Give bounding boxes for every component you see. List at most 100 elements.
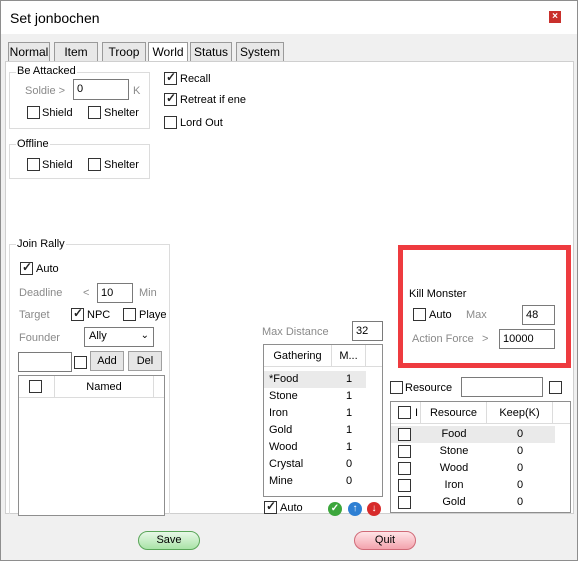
arrow-up-icon[interactable]: ↑	[348, 502, 362, 516]
named-list[interactable]: Named	[18, 375, 165, 516]
join-rally-label: Join Rally	[16, 238, 66, 250]
attacked-shelter-checkbox[interactable]	[88, 106, 101, 119]
resource-row[interactable]: Stone 0	[391, 443, 555, 460]
gathering-column-header: Gathering	[264, 345, 332, 367]
gathering-row-value: 0	[346, 458, 353, 470]
keep-column-header: Keep(K)	[487, 402, 553, 424]
gathering-row-value: 1	[346, 373, 353, 385]
gathering-auto-checkbox[interactable]	[264, 499, 277, 514]
resource-row[interactable]: Iron 0	[391, 477, 555, 494]
gathering-row-name: Gold	[269, 424, 293, 436]
gathering-row[interactable]: Crystal 0	[264, 456, 366, 473]
npc-label: NPC	[87, 309, 111, 321]
tab-world[interactable]: World	[148, 42, 188, 63]
target-label: Target	[19, 309, 50, 321]
gathering-list[interactable]: Gathering M... *Food 1 Stone 1 Iron 1 Gold 1 Woo…	[263, 344, 383, 497]
recall-checkbox[interactable]	[164, 70, 177, 85]
deadline-input[interactable]: 10	[97, 283, 133, 303]
window-title: Set jonbochen	[10, 10, 100, 26]
resource-row[interactable]: Gold 0	[391, 494, 555, 511]
gathering-row[interactable]: Gold 1	[264, 422, 366, 439]
title-bar: Set jonbochen ×	[1, 1, 577, 34]
resource-row-keep: 0	[516, 496, 524, 508]
attacked-shield-checkbox[interactable]	[27, 106, 40, 119]
gathering-row[interactable]: Wood 1	[264, 439, 366, 456]
soldier-label: Soldie >	[25, 85, 66, 97]
gathering-header: Gathering M...	[264, 345, 382, 367]
founder-value: Ally	[89, 330, 107, 342]
gathering-row[interactable]: Iron 1	[264, 405, 366, 422]
rally-auto-checkbox[interactable]	[20, 260, 33, 275]
tab-troop[interactable]: Troop	[102, 42, 146, 62]
gathering-row-name: *Food	[269, 373, 299, 385]
del-button[interactable]: Del	[128, 351, 162, 371]
resource-row[interactable]: Wood 0	[391, 460, 555, 477]
resource-col0-header: I	[413, 402, 421, 424]
founder-select[interactable]: Ally ⌄	[84, 327, 154, 347]
offline-label: Offline	[16, 138, 50, 150]
gathering-row-name: Wood	[269, 441, 298, 453]
resource-checkbox[interactable]	[390, 381, 403, 394]
lord-out-checkbox[interactable]	[164, 116, 177, 129]
npc-checkbox[interactable]	[71, 306, 84, 321]
tab-system[interactable]: System	[236, 42, 284, 62]
offline-shelter-checkbox[interactable]	[88, 158, 101, 171]
tab-item[interactable]: Item	[54, 42, 98, 62]
attacked-shelter-label: Shelter	[104, 107, 139, 119]
save-button[interactable]: Save	[138, 531, 200, 550]
named-list-header: Named	[19, 376, 164, 398]
kill-monster-highlight-box	[398, 245, 571, 368]
resource-label: Resource	[405, 382, 453, 394]
recall-label: Recall	[180, 73, 211, 85]
resource-row-name: Wood	[439, 462, 469, 474]
resource-select-all-checkbox[interactable]	[398, 406, 411, 419]
rally-name-checkbox[interactable]	[74, 356, 87, 369]
resource-row-name: Stone	[439, 445, 469, 457]
resource-input[interactable]	[461, 377, 543, 397]
resource-row-keep: 0	[516, 445, 524, 457]
deadline-label: Deadline	[19, 287, 63, 299]
chevron-down-icon: ⌄	[140, 330, 149, 341]
max-distance-label: Max Distance	[262, 326, 329, 338]
gathering-row-value: 1	[346, 441, 353, 453]
add-button[interactable]: Add	[90, 351, 124, 371]
resource-row-name: Gold	[442, 496, 466, 508]
resource-row-checkbox[interactable]	[398, 428, 411, 441]
player-checkbox[interactable]	[123, 308, 136, 321]
resource-row-name: Iron	[444, 479, 464, 491]
resource-row-keep: 0	[516, 428, 524, 440]
deadline-op: <	[83, 287, 90, 299]
lord-out-label: Lord Out	[180, 117, 223, 129]
resource-row-checkbox[interactable]	[398, 496, 411, 509]
gathering-row[interactable]: Mine 0	[264, 473, 366, 490]
player-label: Playe	[139, 309, 167, 321]
offline-shelter-label: Shelter	[104, 159, 139, 171]
check-icon[interactable]: ✓	[328, 502, 342, 516]
resource-row-checkbox[interactable]	[398, 479, 411, 492]
soldier-unit: K	[133, 85, 141, 97]
rally-auto-label: Auto	[36, 263, 59, 275]
deadline-unit: Min	[139, 287, 157, 299]
gathering-row-name: Mine	[269, 475, 293, 487]
gathering-row[interactable]: *Food 1	[264, 371, 366, 388]
max-distance-input[interactable]: 32	[352, 321, 383, 341]
close-icon[interactable]: ×	[549, 11, 561, 23]
gathering-m-column-header: M...	[332, 345, 366, 367]
resource-row-checkbox[interactable]	[398, 462, 411, 475]
gathering-row[interactable]: Stone 1	[264, 388, 366, 405]
resource-row[interactable]: Food 0	[391, 426, 555, 443]
named-column-header: Named	[55, 376, 154, 398]
offline-shield-checkbox[interactable]	[27, 158, 40, 171]
retreat-checkbox[interactable]	[164, 91, 177, 106]
tab-normal[interactable]: Normal	[8, 42, 50, 62]
rally-name-input[interactable]	[18, 352, 72, 372]
tab-status[interactable]: Status	[190, 42, 232, 62]
resource-row-checkbox[interactable]	[398, 445, 411, 458]
soldier-input[interactable]: 0	[73, 79, 129, 100]
resource-extra-checkbox[interactable]	[549, 381, 562, 394]
quit-button[interactable]: Quit	[354, 531, 416, 550]
resource-list[interactable]: I Resource Keep(K) Food 0 Stone 0 Wood 0 Iron 0…	[390, 401, 571, 513]
arrow-down-icon[interactable]: ↓	[367, 502, 381, 516]
gathering-row-value: 1	[346, 407, 353, 419]
settings-window: Set jonbochen × Normal Item Troop World …	[0, 0, 578, 561]
